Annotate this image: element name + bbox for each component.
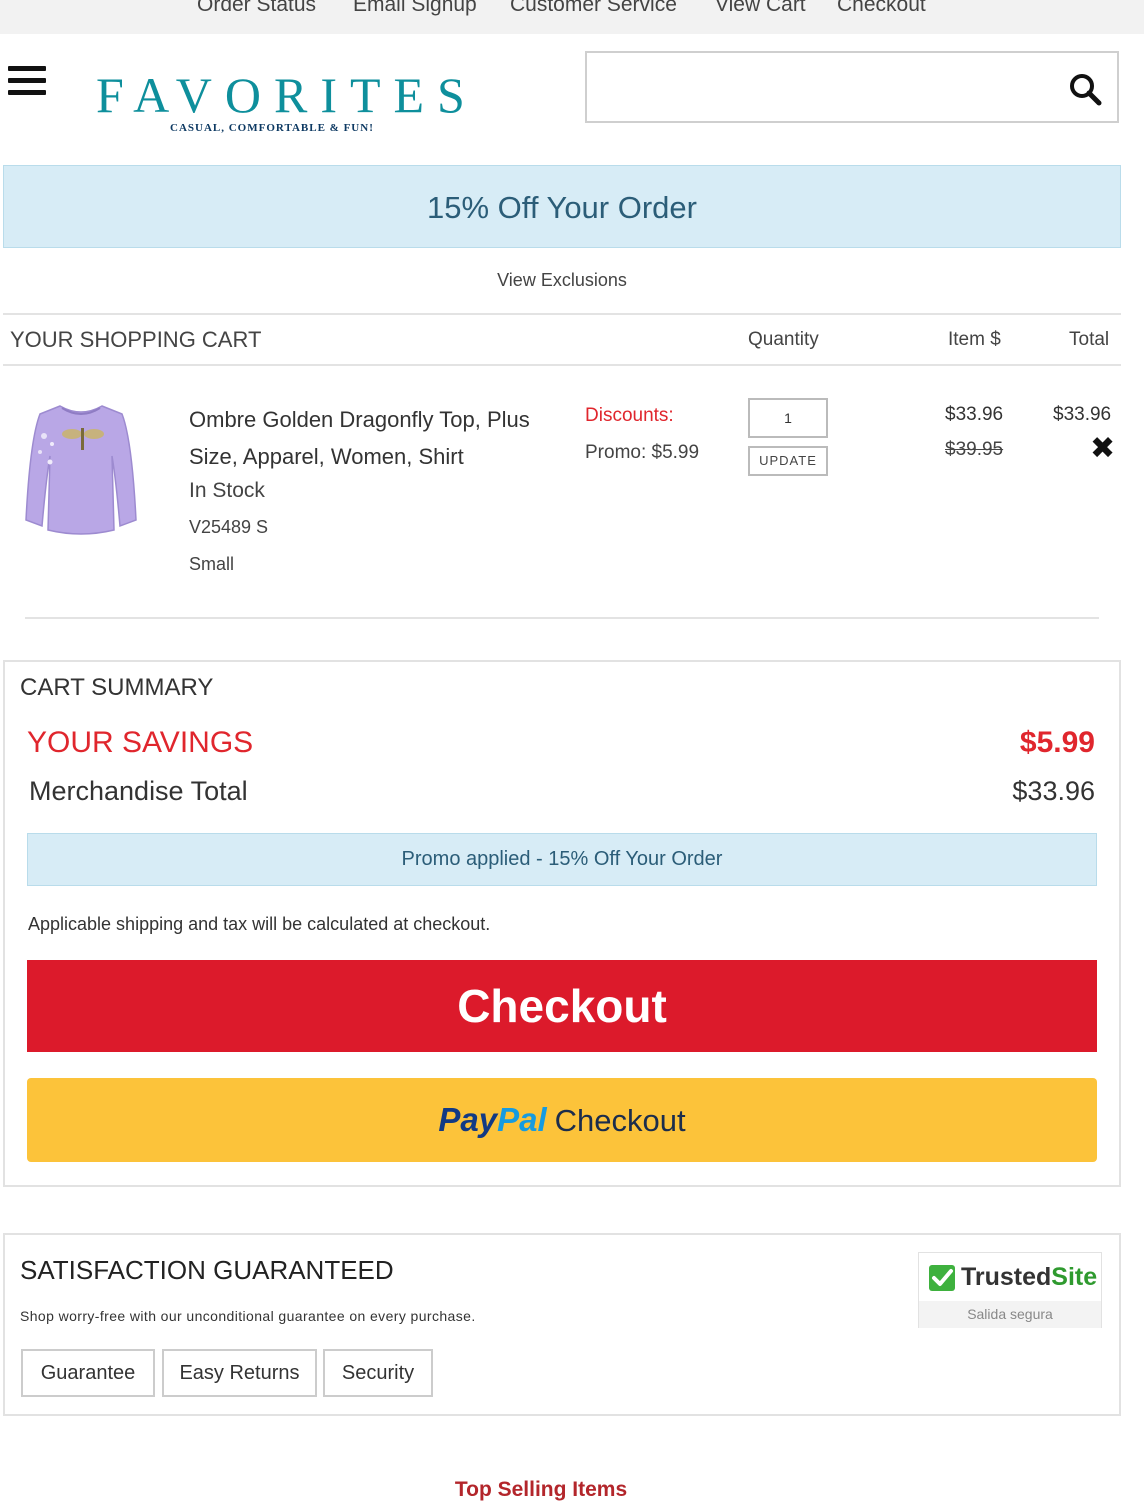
checkout-button[interactable]: Checkout [27,960,1097,1052]
nav-checkout[interactable]: Checkout [837,0,926,17]
paypal-logo-pay: Pay [438,1101,498,1138]
item-total: $33.96 [1053,404,1112,425]
trustedsite-header: TrustedSite [919,1253,1101,1301]
tab-guarantee[interactable]: Guarantee [21,1349,155,1397]
hamburger-menu-icon[interactable] [8,66,46,98]
divider [25,617,1099,619]
logo-wordmark: FAVORITES [96,67,478,123]
shipping-note: Applicable shipping and tax will be calc… [28,914,491,934]
cart-title: YOUR SHOPPING CART [10,327,262,352]
paypal-checkout-button[interactable]: PayPal Checkout [27,1078,1097,1162]
paypal-checkout-label: Checkout [554,1103,686,1138]
tab-easy-returns[interactable]: Easy Returns [162,1349,317,1397]
promo-banner-text: 15% Off Your Order [427,190,697,225]
discounts-label: Discounts: [585,405,674,426]
site-logo[interactable]: FAVORITES CASUAL, COMFORTABLE & FUN! [96,66,465,146]
merchandise-total-value: $33.96 [1012,776,1095,806]
satisfaction-text: Shop worry-free with our unconditional g… [20,1308,476,1324]
trustedsite-brand: TrustedSite [961,1263,1097,1292]
view-exclusions-link[interactable]: View Exclusions [0,270,1124,291]
top-selling-heading: Top Selling Items [454,1478,628,1501]
cart-summary-title: CART SUMMARY [20,674,214,701]
search-input[interactable] [597,63,1041,113]
satisfaction-title: SATISFACTION GUARANTEED [20,1255,394,1285]
product-sku: V25489 S [189,517,269,537]
tab-security[interactable]: Security [323,1349,433,1397]
trustedsite-badge[interactable]: TrustedSite Salida segura [918,1252,1102,1328]
nav-view-cart[interactable]: View Cart [715,0,806,17]
paypal-logo-pal: Pal [497,1101,547,1138]
close-icon[interactable]: ✖ [1090,434,1115,464]
top-utility-bar: Order Status Email Signup Customer Servi… [0,0,1144,34]
product-size: Small [189,554,235,574]
trustedsite-brand-b: Site [1051,1263,1098,1291]
stock-status: In Stock [189,479,265,502]
nav-customer-service[interactable]: Customer Service [510,0,677,17]
savings-value: $5.99 [1019,726,1095,759]
nav-order-status[interactable]: Order Status [197,0,316,17]
search-box [585,51,1119,123]
column-item-price: Item $ [948,329,1001,350]
item-price: $33.96 [945,404,1004,425]
original-price: $39.95 [945,439,1004,460]
nav-email-signup[interactable]: Email Signup [353,0,477,17]
promo-applied-notice: Promo applied - 15% Off Your Order [27,833,1097,886]
quantity-input[interactable] [748,398,828,438]
promo-banner: 15% Off Your Order [3,165,1121,248]
column-quantity: Quantity [748,329,819,350]
promo-discount: Promo: $5.99 [585,442,700,463]
product-name-link[interactable]: Ombre Golden Dragonfly Top, Plus Size, A… [189,401,569,475]
divider [3,364,1121,366]
search-icon[interactable] [1067,71,1103,107]
logo-tagline: CASUAL, COMFORTABLE & FUN! [170,122,374,134]
checkmark-icon [929,1265,955,1291]
divider [3,313,1121,315]
column-total: Total [1069,329,1110,350]
trustedsite-subtitle: Salida segura [919,1301,1101,1328]
savings-label: YOUR SAVINGS [27,726,254,759]
update-button[interactable]: UPDATE [748,446,828,476]
trustedsite-brand-a: Trusted [961,1263,1052,1291]
product-image[interactable] [22,400,140,536]
merchandise-total-label: Merchandise Total [29,776,248,806]
